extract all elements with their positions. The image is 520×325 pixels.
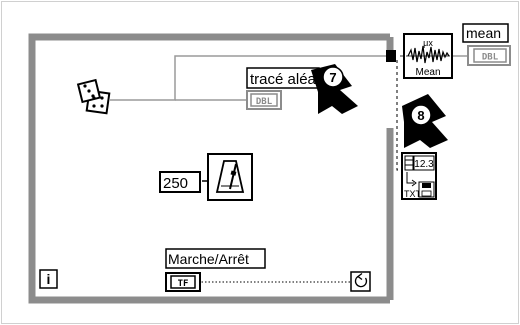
loop-tunnel	[386, 50, 396, 62]
write-vi-format: 12.3	[414, 159, 434, 170]
mean-indicator[interactable]: mean DBL	[462, 23, 511, 66]
mean-label: mean	[466, 25, 501, 41]
mean-vi-symbol: μx	[423, 38, 433, 48]
stop-button-control[interactable]: Marche/Arrêt TF	[165, 248, 266, 292]
diagram-svg: tracé aléatoire DBL 7 μx Mean mean DBL 8	[1, 1, 519, 324]
wait-ms-constant[interactable]: 250	[159, 171, 201, 193]
stop-type: TF	[178, 279, 189, 289]
random-number-dice-icon[interactable]	[76, 78, 111, 115]
callout-8: 8	[402, 94, 448, 148]
callout-7: 7	[311, 64, 358, 114]
block-diagram: tracé aléatoire DBL 7 μx Mean mean DBL 8	[0, 0, 520, 325]
loop-iteration-label: i	[47, 271, 51, 287]
mean-type: DBL	[482, 53, 499, 63]
mean-subvi-icon[interactable]: μx Mean	[403, 33, 453, 79]
metronome-wait-icon[interactable]	[207, 153, 253, 201]
loop-iteration-icon: i	[39, 269, 58, 289]
write-spreadsheet-icon[interactable]: 12.3 TXT	[401, 152, 437, 200]
indicator-type: DBL	[256, 97, 273, 107]
callout-8-number: 8	[417, 108, 424, 123]
loop-condition-icon[interactable]	[350, 271, 371, 292]
callout-7-number: 7	[329, 70, 336, 85]
wait-ms-value: 250	[163, 175, 188, 192]
mean-vi-caption: Mean	[415, 67, 440, 78]
stop-label: Marche/Arrêt	[168, 251, 249, 267]
